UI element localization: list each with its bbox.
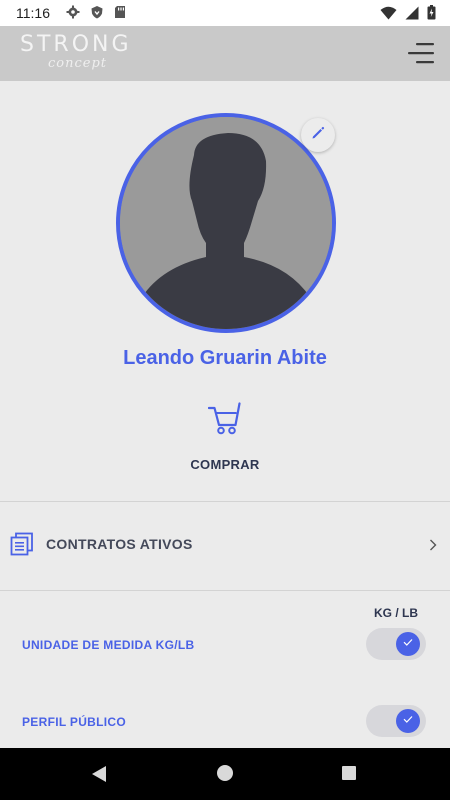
- toggle-knob: [396, 709, 420, 733]
- unit-column-header: KG / LB: [374, 606, 418, 620]
- battery-charging-icon: [427, 5, 436, 25]
- recents-icon[interactable]: [342, 766, 356, 780]
- chevron-right-icon: [428, 537, 438, 553]
- home-icon[interactable]: [217, 765, 233, 781]
- public-profile-toggle[interactable]: [366, 705, 426, 737]
- signal-icon: [405, 6, 419, 25]
- menu-icon: [406, 43, 436, 70]
- pencil-icon: [311, 126, 325, 145]
- user-name: Leando Gruarin Abite: [123, 347, 327, 369]
- edit-avatar-button[interactable]: [301, 118, 335, 152]
- setting-label-public-profile: PERFIL PÚBLICO: [22, 715, 126, 729]
- wifi-icon: [380, 6, 397, 25]
- avatar[interactable]: [116, 113, 336, 333]
- setting-label-unit: UNIDADE DE MEDIDA KG/LB: [22, 638, 195, 652]
- unit-toggle[interactable]: [366, 628, 426, 660]
- logo-sub: concept: [48, 56, 107, 71]
- logo: STRONG concept: [20, 32, 132, 71]
- check-icon: [402, 635, 414, 653]
- status-bar: 11:16: [0, 0, 450, 26]
- status-icons-right: [380, 5, 436, 25]
- shield-icon: [90, 5, 104, 24]
- buy-button[interactable]: COMPRAR: [0, 457, 450, 472]
- cart-icon[interactable]: [207, 401, 242, 435]
- active-contracts-row[interactable]: CONTRATOS ATIVOS: [0, 502, 450, 590]
- status-icons-left: [66, 5, 126, 24]
- status-time: 11:16: [16, 5, 50, 21]
- active-contracts-label: CONTRATOS ATIVOS: [46, 536, 193, 552]
- back-icon[interactable]: [91, 765, 107, 788]
- check-icon: [402, 712, 414, 730]
- menu-button[interactable]: [406, 40, 436, 66]
- logo-main: STRONG: [20, 32, 132, 57]
- system-nav-bar: [0, 748, 450, 800]
- documents-icon: [10, 532, 34, 556]
- app-bar: STRONG concept: [0, 26, 450, 81]
- user-silhouette-icon: [120, 117, 332, 329]
- gear-icon: [66, 5, 80, 24]
- sd-card-icon: [114, 5, 126, 24]
- divider: [0, 590, 450, 591]
- toggle-knob: [396, 632, 420, 656]
